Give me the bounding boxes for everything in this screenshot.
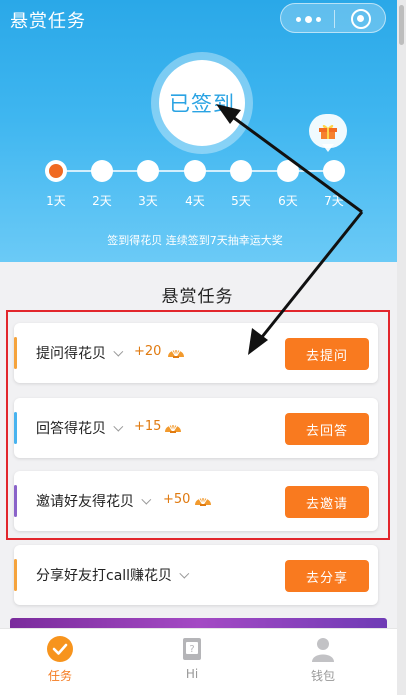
top-bar: 悬赏任务 <box>0 0 406 38</box>
tab-label: Hi <box>185 667 199 681</box>
tab-label: 任务 <box>47 669 72 683</box>
day-dot-4 <box>184 160 206 182</box>
day-dot-3 <box>137 160 159 182</box>
tab-bar: 任务 ? Hi 钱包 <box>0 628 397 695</box>
tab-hi[interactable]: ? Hi <box>132 629 252 695</box>
day-label: 7天 <box>324 194 344 208</box>
scrollbar-thumb[interactable] <box>399 5 404 45</box>
capsule-divider <box>334 10 335 28</box>
scrollbar[interactable] <box>397 0 406 695</box>
checkin-status-circle[interactable]: 已签到 <box>151 52 253 154</box>
gift-icon <box>319 124 337 139</box>
tab-label: 钱包 <box>310 669 335 683</box>
chevron-down-icon <box>179 568 190 579</box>
day-label: 2天 <box>92 194 112 208</box>
day-dot-6 <box>277 160 299 182</box>
wallet-user-icon <box>312 638 334 662</box>
task-card-share: 分享好友打call赚花贝 去分享 <box>14 545 378 605</box>
day-dot-5 <box>230 160 252 182</box>
tab-wallet[interactable]: 钱包 <box>263 629 383 695</box>
page-title: 悬赏任务 <box>10 11 86 32</box>
gift-bubble[interactable] <box>309 114 347 152</box>
task-accent-bar <box>14 559 17 591</box>
day-label: 5天 <box>231 194 251 208</box>
day-dot-7 <box>323 160 345 182</box>
section-title: 悬赏任务 <box>161 287 234 307</box>
day-label: 6天 <box>278 194 298 208</box>
mini-program-capsule <box>280 3 386 33</box>
day-label: 3天 <box>138 194 158 208</box>
checkin-hint: 签到得花贝 连续签到7天抽幸运大奖 <box>107 234 283 247</box>
task-check-icon <box>47 636 73 662</box>
task-name[interactable]: 分享好友打call赚花贝 <box>36 565 190 585</box>
tab-task[interactable]: 任务 <box>0 629 120 695</box>
day-label: 4天 <box>185 194 205 208</box>
day-dot-1 <box>45 160 67 182</box>
svg-text:?: ? <box>189 644 194 655</box>
day-dot-2 <box>91 160 113 182</box>
checkin-status-text: 已签到 <box>159 60 245 146</box>
close-target-icon[interactable] <box>351 9 371 29</box>
day-label: 1天 <box>46 194 66 208</box>
more-dots-icon[interactable] <box>291 9 325 29</box>
highlight-frame <box>6 310 390 540</box>
hi-card-icon: ? <box>183 638 201 660</box>
share-button[interactable]: 去分享 <box>285 560 369 592</box>
